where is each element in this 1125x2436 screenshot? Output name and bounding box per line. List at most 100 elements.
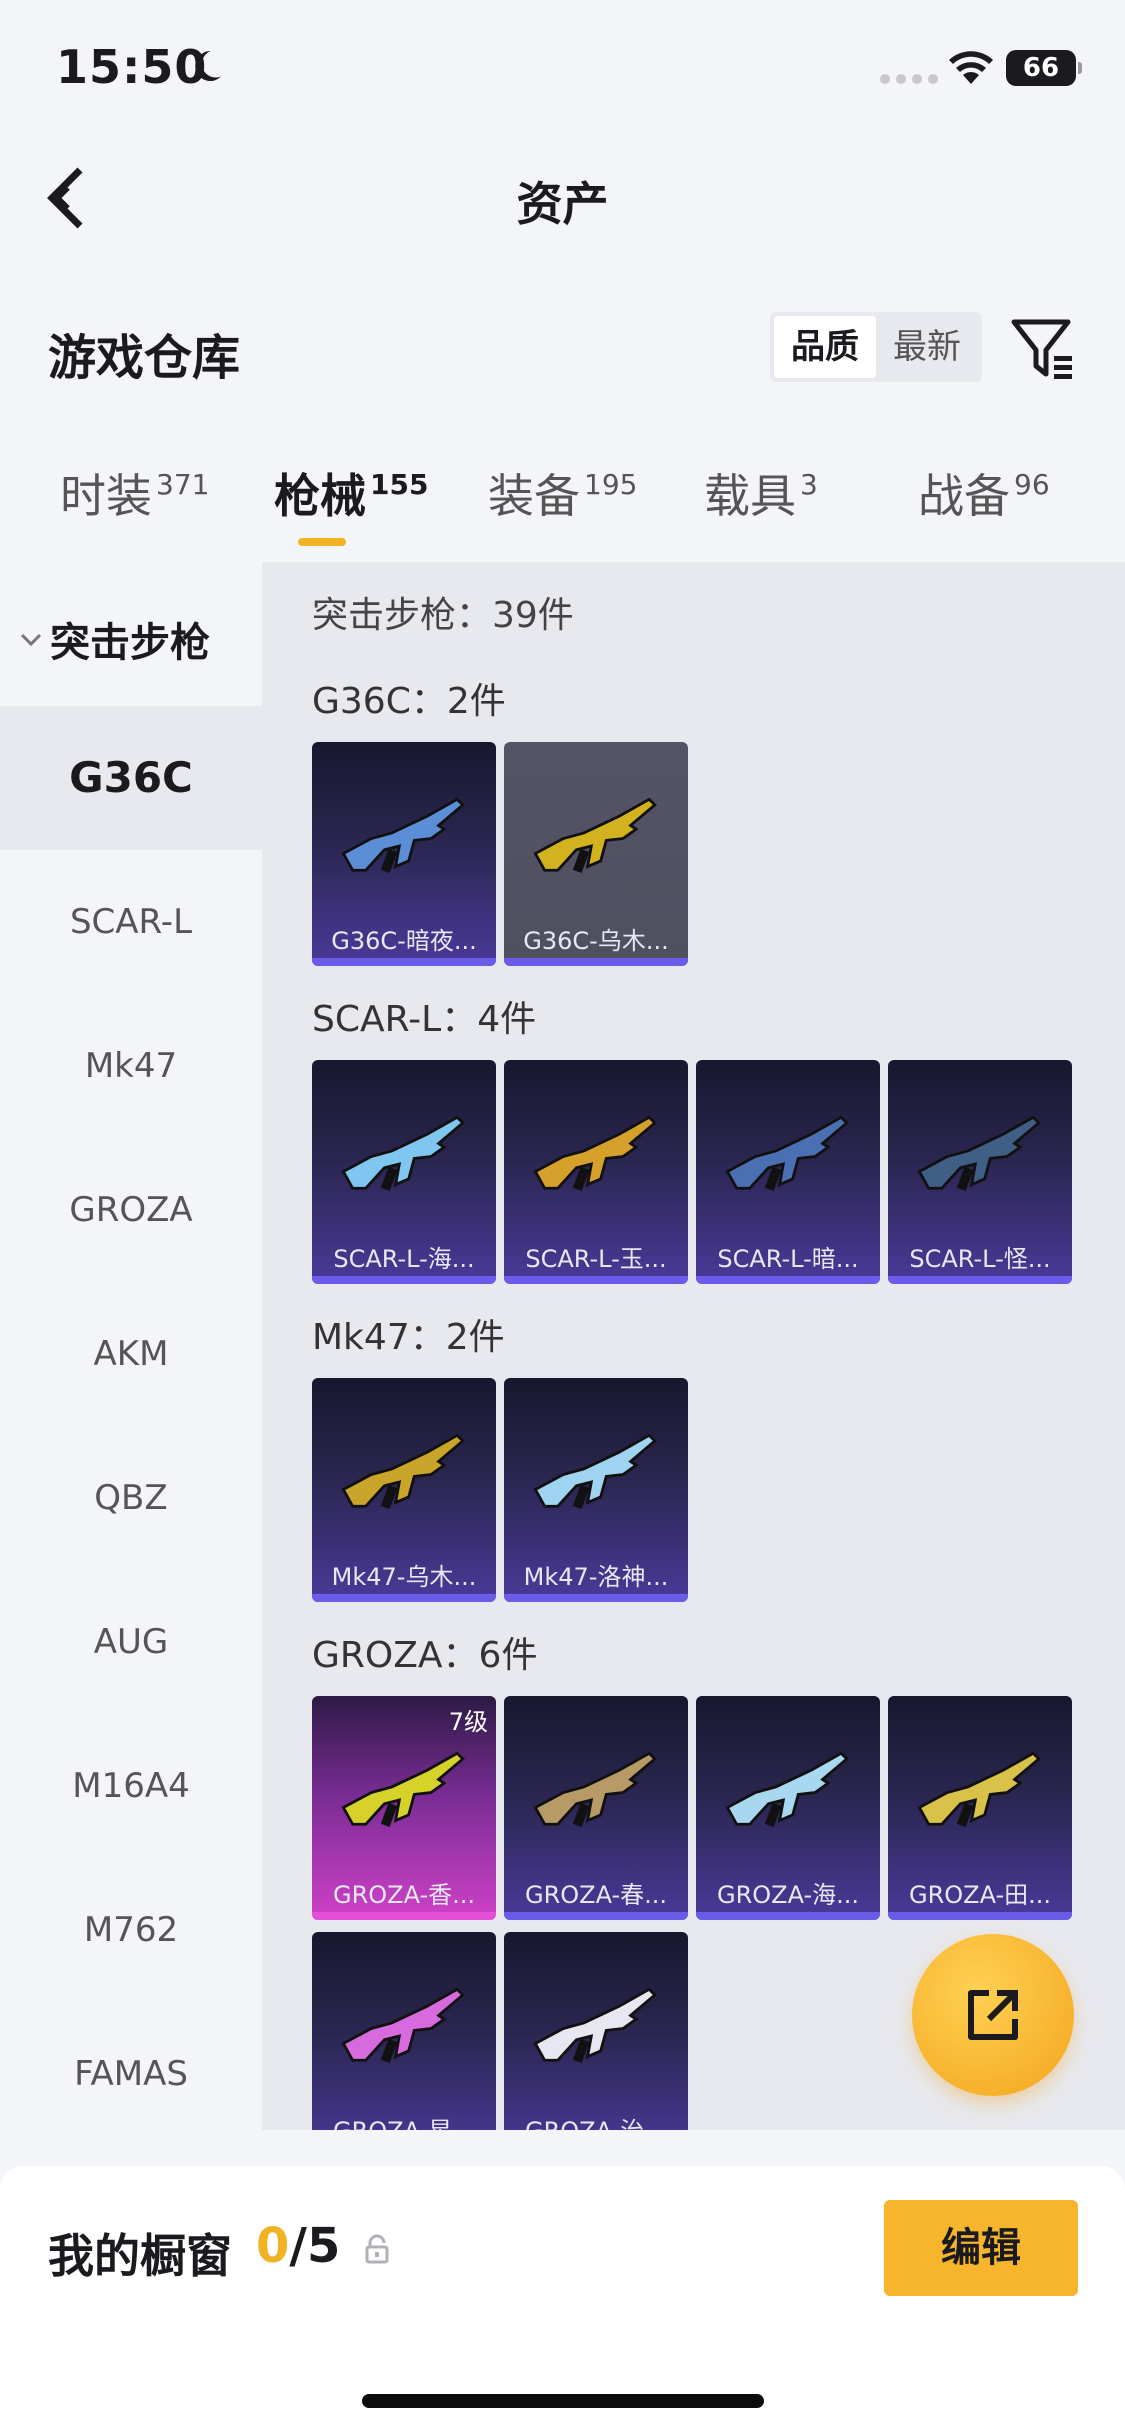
skin-card[interactable]: GROZA-星... <box>312 1932 496 2130</box>
sidebar-item-aug[interactable]: AUG <box>0 1570 262 1714</box>
battery-indicator: 66 <box>1006 50 1082 86</box>
rifle-icon <box>917 1115 1041 1192</box>
showcase-count: 0/5 <box>256 2218 340 2274</box>
tab-supplies[interactable]: 战备 96 <box>918 460 1050 526</box>
wifi-icon <box>949 51 993 84</box>
sidebar-item-m16a4[interactable]: M16A4 <box>0 1714 262 1858</box>
sidebar: 突击步枪 G36C SCAR-L Mk47 GROZA AKM QBZ AUG M16A4 M7… <box>0 562 262 2130</box>
filter-button[interactable] <box>1008 314 1078 384</box>
card-name: GROZA-海... <box>716 1881 860 1909</box>
skin-card[interactable]: SCAR-L-怪... <box>888 1060 1072 1284</box>
home-indicator <box>362 2394 764 2408</box>
tab-fashion[interactable]: 时装 371 <box>60 460 209 526</box>
skin-card[interactable]: SCAR-L-暗... <box>696 1060 880 1284</box>
skin-card[interactable]: GROZA-春... <box>504 1696 688 1920</box>
skin-card[interactable]: G36C-乌木... <box>504 742 688 966</box>
sidebar-item-scar-l[interactable]: SCAR-L <box>0 850 262 994</box>
tab-count: 96 <box>1014 468 1050 501</box>
rifle-icon <box>341 1433 465 1510</box>
card-name: G36C-乌木... <box>523 927 669 955</box>
sort-option-latest[interactable]: 最新 <box>876 316 978 378</box>
card-name: G36C-暗夜... <box>331 927 477 955</box>
category-tabs: 时装 371 枪械 155 装备 195 载具 3 战备 96 <box>0 460 1125 560</box>
skin-card[interactable]: Mk47-洛神... <box>504 1378 688 1602</box>
rifle-icon <box>533 1115 657 1192</box>
rifle-icon <box>533 1751 657 1828</box>
content-area: 突击步枪 G36C SCAR-L Mk47 GROZA AKM QBZ AUG M16A4 M7… <box>0 562 1125 2130</box>
group-label: Mk47：2件 <box>312 1317 505 1358</box>
card-name: GROZA-星... <box>312 2111 496 2130</box>
card-name: SCAR-L-海... <box>333 1245 475 1273</box>
rifle-icon <box>341 1987 465 2064</box>
rifle-icon <box>341 1115 465 1192</box>
tab-label: 载具 <box>704 469 796 523</box>
signal-icon <box>880 74 938 84</box>
sidebar-item-m762[interactable]: M762 <box>0 1858 262 2002</box>
skin-card[interactable]: SCAR-L-玉... <box>504 1060 688 1284</box>
card-name: Mk47-乌木... <box>331 1563 477 1591</box>
tab-count: 155 <box>370 468 429 501</box>
skin-card[interactable]: G36C-暗夜... <box>312 742 496 966</box>
skin-card[interactable]: GROZA-田... <box>888 1696 1072 1920</box>
share-button[interactable] <box>912 1934 1074 2096</box>
showcase-count-current: 0 <box>256 2218 290 2274</box>
tab-label: 时装 <box>60 469 152 523</box>
tab-count: 371 <box>156 468 210 501</box>
rifle-icon <box>917 1751 1041 1828</box>
rifle-icon <box>341 797 465 874</box>
rifle-icon <box>725 1115 849 1192</box>
rifle-icon <box>533 1987 657 2064</box>
sidebar-item-akm[interactable]: AKM <box>0 1282 262 1426</box>
skin-card[interactable]: GROZA-治... <box>504 1932 688 2130</box>
rifle-icon <box>533 797 657 874</box>
skin-card[interactable]: Mk47-乌木... <box>312 1378 496 1602</box>
section-title: 游戏仓库 <box>48 330 241 386</box>
page-title: 资产 <box>516 177 609 231</box>
showcase-label: 我的橱窗 <box>48 2229 232 2283</box>
skin-card[interactable]: 7级 GROZA-香... <box>312 1696 496 1920</box>
card-name: GROZA-春... <box>524 1881 668 1909</box>
total-count: 突击步枪：39件 <box>312 595 574 636</box>
filter-icon <box>1011 319 1072 379</box>
card-name: GROZA-治... <box>504 2111 688 2130</box>
sidebar-item-mk47[interactable]: Mk47 <box>0 994 262 1138</box>
moon-icon <box>195 50 221 81</box>
sort-option-quality[interactable]: 品质 <box>774 316 876 378</box>
tab-count: 3 <box>800 468 818 501</box>
card-name: SCAR-L-怪... <box>909 1245 1051 1273</box>
sidebar-item-qbz[interactable]: QBZ <box>0 1426 262 1570</box>
share-external-icon <box>968 1990 1018 2040</box>
card-name: GROZA-香... <box>332 1881 476 1909</box>
sidebar-item-groza[interactable]: GROZA <box>0 1138 262 1282</box>
edit-button[interactable]: 编辑 <box>884 2200 1078 2296</box>
chevron-down-icon <box>20 633 42 647</box>
sidebar-category-label: 突击步枪 <box>50 620 210 666</box>
sidebar-item-famas[interactable]: FAMAS <box>0 2002 262 2146</box>
sort-toggle[interactable]: 品质 最新 <box>770 312 982 382</box>
group-label: G36C：2件 <box>312 681 506 722</box>
tab-firearms[interactable]: 枪械 155 <box>274 460 428 526</box>
item-grid[interactable]: 突击步枪：39件 G36C：2件 G36C-暗夜... G36C-乌木... SCAR… <box>262 562 1125 2130</box>
sidebar-item-g36c[interactable]: G36C <box>0 706 262 850</box>
card-name: GROZA-田... <box>908 1881 1052 1909</box>
card-name: Mk47-洛神... <box>523 1563 669 1591</box>
status-time: 15:50 <box>56 40 208 94</box>
tab-label: 战备 <box>918 469 1010 523</box>
group-label: SCAR-L：4件 <box>312 999 537 1040</box>
rifle-icon <box>533 1433 657 1510</box>
sidebar-category[interactable]: 突击步枪 <box>18 610 210 668</box>
tab-count: 195 <box>584 468 638 501</box>
tab-equipment[interactable]: 装备 195 <box>488 460 637 526</box>
level-badge: 7级 <box>448 1708 488 1736</box>
tab-label: 枪械 <box>274 469 366 523</box>
rifle-icon <box>725 1751 849 1828</box>
tab-indicator <box>298 538 346 546</box>
status-bar: 15:50 66 <box>0 0 1125 140</box>
tab-vehicles[interactable]: 载具 3 <box>704 460 818 526</box>
skin-card[interactable]: GROZA-海... <box>696 1696 880 1920</box>
skin-card[interactable]: SCAR-L-海... <box>312 1060 496 1284</box>
showcase-count-total: /5 <box>289 2218 341 2274</box>
card-name: SCAR-L-暗... <box>717 1245 859 1273</box>
card-name: SCAR-L-玉... <box>525 1245 667 1273</box>
tab-label: 装备 <box>488 469 580 523</box>
